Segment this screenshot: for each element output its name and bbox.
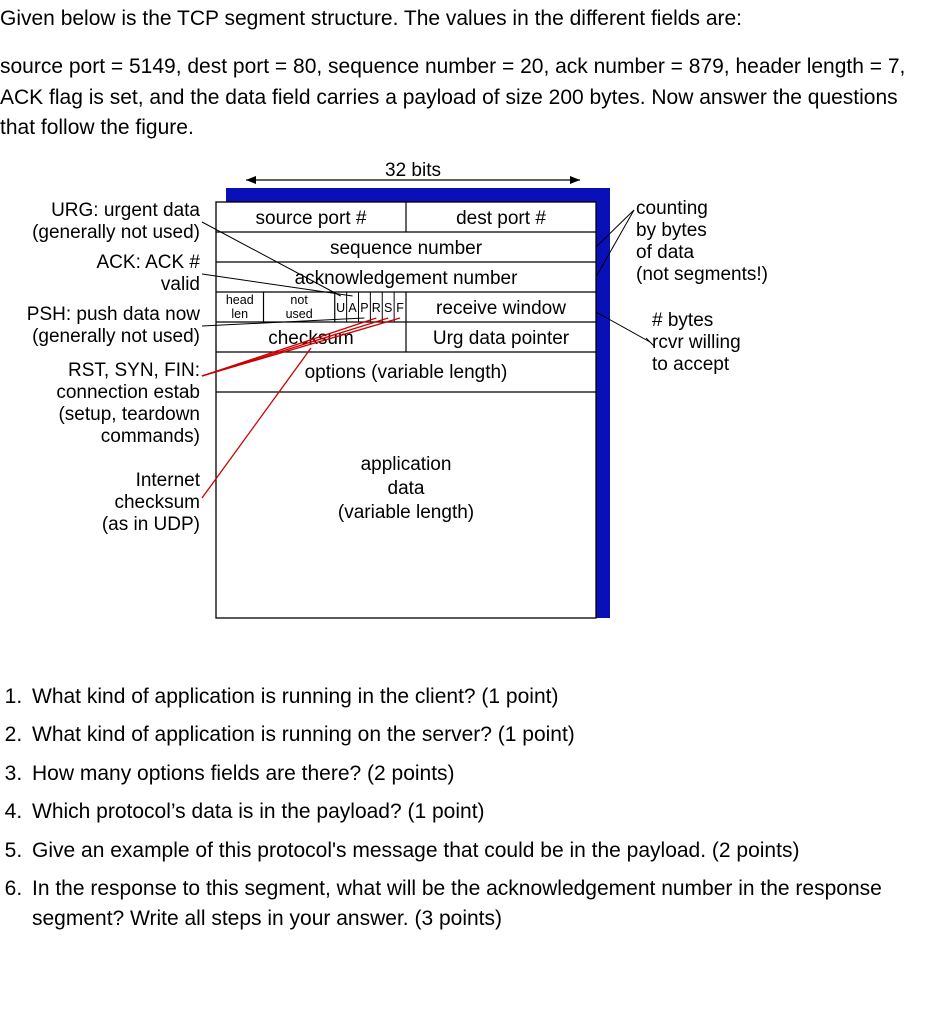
cell-source-port: source port # [256, 208, 367, 229]
question-4: Which protocol’s data is in the payload?… [28, 797, 935, 827]
cell-app-data-l1: application [361, 454, 452, 475]
label-urg-l2: (generally not used) [32, 222, 200, 243]
label-rsf-l1: RST, SYN, FIN: [68, 360, 200, 381]
label-psh-l1: PSH: push data now [27, 304, 200, 325]
cell-flag-s: S [384, 301, 392, 315]
question-1: What kind of application is running in t… [28, 682, 935, 712]
cell-head-len-top: head [226, 293, 254, 307]
label-rsf-l3: (setup, teardown [58, 404, 200, 425]
label-rw-l2: rcvr willing [652, 332, 741, 353]
label-ic-l1: Internet [136, 470, 201, 491]
question-6: In the response to this segment, what wi… [28, 874, 935, 935]
cell-checksum: checksum [268, 328, 354, 349]
cell-dest-port: dest port # [456, 208, 546, 229]
intro-line-1: Given below is the TCP segment structure… [0, 4, 935, 34]
label-ic-l2: checksum [114, 492, 200, 513]
intro-block: Given below is the TCP segment structure… [0, 4, 935, 144]
intro-line-2: source port = 5149, dest port = 80, sequ… [0, 52, 935, 143]
cell-ack-number: acknowledgement number [295, 268, 519, 289]
question-2: What kind of application is running on t… [28, 720, 935, 750]
cell-flag-p: P [360, 301, 368, 315]
width-label: 32 bits [385, 162, 441, 181]
cell-flag-f: F [396, 301, 404, 315]
label-rsf-l2: connection estab [56, 382, 200, 403]
label-count-l3: of data [636, 242, 695, 263]
cell-not-used-bot: used [286, 307, 313, 321]
label-psh-l2: (generally not used) [32, 326, 200, 347]
cell-app-data-l3: (variable length) [338, 502, 474, 523]
label-rw-l3: to accept [652, 354, 730, 375]
tcp-segment-figure: 32 bits source port # dest port # sequen… [0, 162, 920, 642]
label-rsf-l4: commands) [101, 426, 200, 447]
cell-flag-u: U [336, 301, 345, 315]
cell-app-data-l2: data [388, 478, 425, 499]
label-count-l1: counting [636, 198, 708, 219]
cell-urg-ptr: Urg data pointer [433, 328, 570, 349]
label-ic-l3: (as in UDP) [102, 514, 200, 535]
cell-recv-window: receive window [436, 298, 566, 319]
question-3: How many options fields are there? (2 po… [28, 759, 935, 789]
label-ack-l1: ACK: ACK # [97, 252, 201, 273]
label-urg-l1: URG: urgent data [51, 200, 200, 221]
label-ack-l2: valid [161, 274, 200, 295]
cell-options: options (variable length) [305, 362, 508, 383]
cell-flag-a: A [348, 301, 357, 315]
questions-block: What kind of application is running in t… [0, 682, 935, 935]
label-count-l2: by bytes [636, 220, 707, 241]
cell-head-len-bot: len [231, 307, 248, 321]
cell-not-used-top: not [290, 293, 308, 307]
cell-flag-r: R [372, 301, 381, 315]
label-rw-l1: # bytes [652, 310, 713, 331]
question-5: Give an example of this protocol's messa… [28, 836, 935, 866]
label-count-l4: (not segments!) [636, 264, 768, 285]
cell-sequence-number: sequence number [330, 238, 483, 259]
